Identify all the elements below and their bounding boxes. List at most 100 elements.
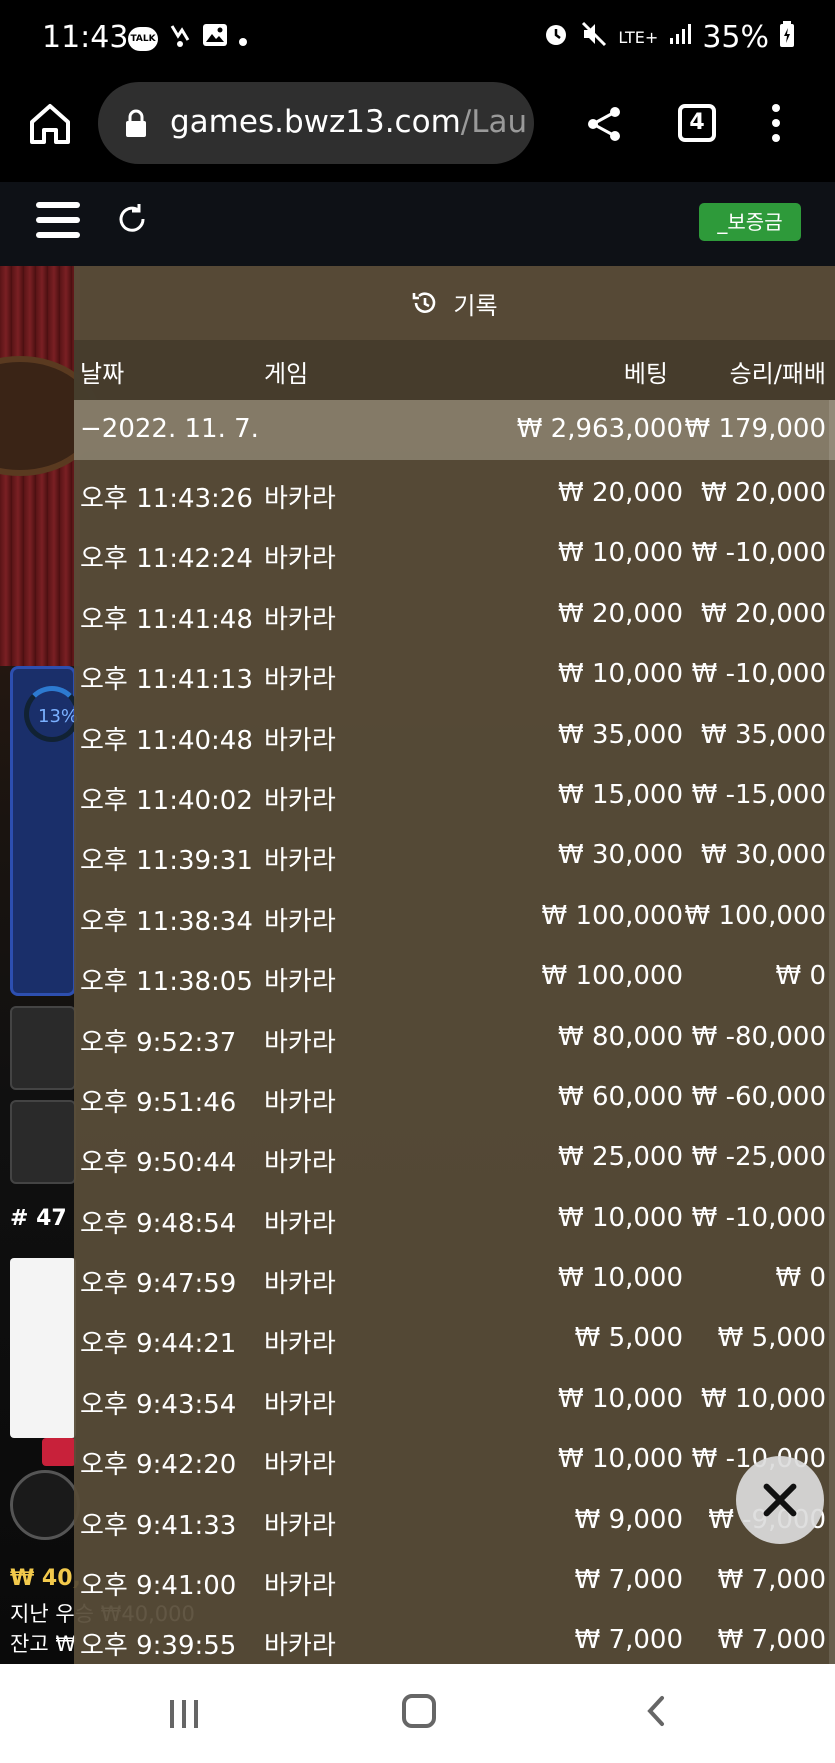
history-row-winloss: ₩ 7,000 xyxy=(717,1565,826,1596)
history-row-game: 바카라 xyxy=(264,785,336,816)
share-button[interactable] xyxy=(585,104,625,144)
day-summary-row[interactable]: −2022. 11. 7. ₩ 2,963,000 ₩ 179,000 xyxy=(74,400,835,460)
close-icon[interactable] xyxy=(736,1456,824,1544)
history-row-winloss: ₩ 20,000 xyxy=(701,598,826,629)
history-row-bet: ₩ 9,000 xyxy=(574,1504,683,1535)
hamburger-menu-icon[interactable] xyxy=(36,202,80,238)
history-scrollbar[interactable] xyxy=(829,400,835,1664)
browser-home-button[interactable] xyxy=(26,100,74,148)
overflow-menu-icon[interactable] xyxy=(770,104,782,144)
history-row[interactable]: 오후 9:43:54 바카라 ₩ 10,000 ₩ 10,000 xyxy=(74,1366,835,1426)
history-row-bet: ₩ 15,000 xyxy=(558,779,683,810)
history-row-game: 바카라 xyxy=(264,544,336,575)
history-row[interactable]: 오후 9:48:54 바카라 ₩ 10,000 ₩ -10,000 xyxy=(74,1185,835,1245)
system-nav-bar xyxy=(0,1664,835,1763)
history-column-header: 날짜 게임 베팅 승리/패배 xyxy=(74,340,835,400)
history-row[interactable]: 오후 9:41:00 바카라 ₩ 7,000 ₩ 7,000 xyxy=(74,1547,835,1607)
history-row[interactable]: 오후 9:51:46 바카라 ₩ 60,000 ₩ -60,000 xyxy=(74,1064,835,1124)
column-bet: 베팅 xyxy=(623,360,668,388)
history-row-bet: ₩ 100,000 xyxy=(541,961,684,992)
history-title-text: 기록 xyxy=(453,291,498,320)
history-row-game: 바카라 xyxy=(264,1329,336,1360)
history-row-time: 오후 9:44:21 xyxy=(80,1329,237,1360)
history-row-time: 오후 11:39:31 xyxy=(80,846,253,877)
history-row-time: 오후 11:40:02 xyxy=(80,785,253,816)
history-row-game: 바카라 xyxy=(264,725,336,756)
battery-charging-icon xyxy=(779,20,795,55)
history-rows: 오후 11:43:26 바카라 ₩ 20,000 ₩ 20,000 오후 11:42:2… xyxy=(74,460,835,1664)
image-icon xyxy=(202,23,228,54)
deposit-button[interactable]: _보증금 xyxy=(699,203,801,241)
mute-icon xyxy=(580,20,608,55)
history-row-bet: ₩ 20,000 xyxy=(558,598,683,629)
history-row[interactable]: 오후 9:47:59 바카라 ₩ 10,000 ₩ 0 xyxy=(74,1245,835,1305)
history-row-game: 바카라 xyxy=(264,1027,336,1058)
history-row[interactable]: 오후 11:40:02 바카라 ₩ 15,000 ₩ -15,000 xyxy=(74,762,835,822)
system-status: LTE+ 35% xyxy=(542,20,795,55)
chip-selector[interactable] xyxy=(10,1470,80,1540)
history-row-winloss: ₩ -60,000 xyxy=(691,1081,826,1112)
history-row-time: 오후 9:39:55 xyxy=(80,1631,237,1662)
history-row[interactable]: 오후 11:43:26 바카라 ₩ 20,000 ₩ 20,000 xyxy=(74,460,835,520)
history-row-game: 바카라 xyxy=(264,1269,336,1300)
history-row-winloss: ₩ 35,000 xyxy=(701,719,826,750)
history-row[interactable]: 오후 11:41:48 바카라 ₩ 20,000 ₩ 20,000 xyxy=(74,581,835,641)
address-bar[interactable]: games.bwz13.com/Lau xyxy=(98,82,534,164)
history-row-game: 바카라 xyxy=(264,1571,336,1602)
home-icon xyxy=(30,104,70,144)
history-row[interactable]: 오후 11:38:05 바카라 ₩ 100,000 ₩ 0 xyxy=(74,943,835,1003)
history-row-time: 오후 9:52:37 xyxy=(80,1027,237,1058)
history-row-time: 오후 9:47:59 xyxy=(80,1269,237,1300)
back-icon[interactable] xyxy=(640,1694,674,1728)
history-row[interactable]: 오후 9:50:44 바카라 ₩ 25,000 ₩ -25,000 xyxy=(74,1124,835,1184)
history-row-game: 바카라 xyxy=(264,846,336,877)
refresh-button[interactable] xyxy=(115,202,149,236)
history-row-time: 오후 9:50:44 xyxy=(80,1148,237,1179)
history-row-bet: ₩ 10,000 xyxy=(558,1444,683,1475)
history-row[interactable]: 오후 9:42:20 바카라 ₩ 10,000 ₩ -10,000 xyxy=(74,1426,835,1486)
history-row-game: 바카라 xyxy=(264,906,336,937)
new-badge xyxy=(42,1438,76,1466)
history-row-time: 오후 11:43:26 xyxy=(80,484,253,514)
background-button-2[interactable] xyxy=(10,1100,76,1184)
history-title: 기록 xyxy=(74,266,835,340)
battery-percent: 35% xyxy=(702,20,769,55)
kakaotalk-icon: TALK xyxy=(128,26,158,51)
history-row-winloss: ₩ 20,000 xyxy=(701,478,826,508)
history-row-game: 바카라 xyxy=(264,1450,336,1481)
history-row[interactable]: 오후 9:44:21 바카라 ₩ 5,000 ₩ 5,000 xyxy=(74,1305,835,1365)
history-row-bet: ₩ 7,000 xyxy=(574,1625,683,1656)
share-icon xyxy=(588,107,620,141)
history-row[interactable]: 오후 11:41:13 바카라 ₩ 10,000 ₩ -10,000 xyxy=(74,641,835,701)
history-row[interactable]: 오후 9:39:55 바카라 ₩ 7,000 ₩ 7,000 xyxy=(74,1607,835,1664)
background-button-1[interactable] xyxy=(10,1006,76,1090)
history-row-bet: ₩ 25,000 xyxy=(558,1142,683,1173)
history-row-bet: ₩ 10,000 xyxy=(558,538,683,569)
history-row-game: 바카라 xyxy=(264,484,336,514)
history-row[interactable]: 오후 11:40:48 바카라 ₩ 35,000 ₩ 35,000 xyxy=(74,702,835,762)
history-row-game: 바카라 xyxy=(264,1208,336,1239)
history-row-game: 바카라 xyxy=(264,1631,336,1662)
history-row-time: 오후 9:42:20 xyxy=(80,1450,237,1481)
tab-switcher-button[interactable]: 4 xyxy=(678,104,716,142)
history-row-game: 바카라 xyxy=(264,1087,336,1118)
game-header: _보증금 xyxy=(0,182,835,266)
history-row[interactable]: 오후 11:39:31 바카라 ₩ 30,000 ₩ 30,000 xyxy=(74,822,835,882)
recent-apps-icon[interactable] xyxy=(170,1700,204,1728)
history-row-game: 바카라 xyxy=(264,604,336,635)
history-row-bet: ₩ 20,000 xyxy=(558,478,683,508)
history-row-bet: ₩ 10,000 xyxy=(558,1263,683,1294)
column-winloss: 승리/패배 xyxy=(729,360,826,388)
history-row-game: 바카라 xyxy=(264,1510,336,1541)
history-row[interactable]: 오후 9:41:33바카라₩ 9,000₩ -9,000 xyxy=(74,1487,835,1547)
history-row[interactable]: 오후 9:52:37 바카라 ₩ 80,000 ₩ -80,000 xyxy=(74,1004,835,1064)
history-row[interactable]: 오후 11:38:34 바카라 ₩ 100,000 ₩ 100,000 xyxy=(74,883,835,943)
lock-icon xyxy=(124,108,148,137)
history-row[interactable]: 오후 11:42:24 바카라 ₩ 10,000 ₩ -10,000 xyxy=(74,520,835,580)
missed-call-icon xyxy=(168,22,192,55)
history-row-bet: ₩ 10,000 xyxy=(558,1202,683,1233)
nav-home-icon[interactable] xyxy=(402,1694,436,1728)
history-row-game: 바카라 xyxy=(264,1389,336,1420)
history-row-bet: ₩ 10,000 xyxy=(558,659,683,690)
history-row-winloss: ₩ 0 xyxy=(775,961,826,992)
